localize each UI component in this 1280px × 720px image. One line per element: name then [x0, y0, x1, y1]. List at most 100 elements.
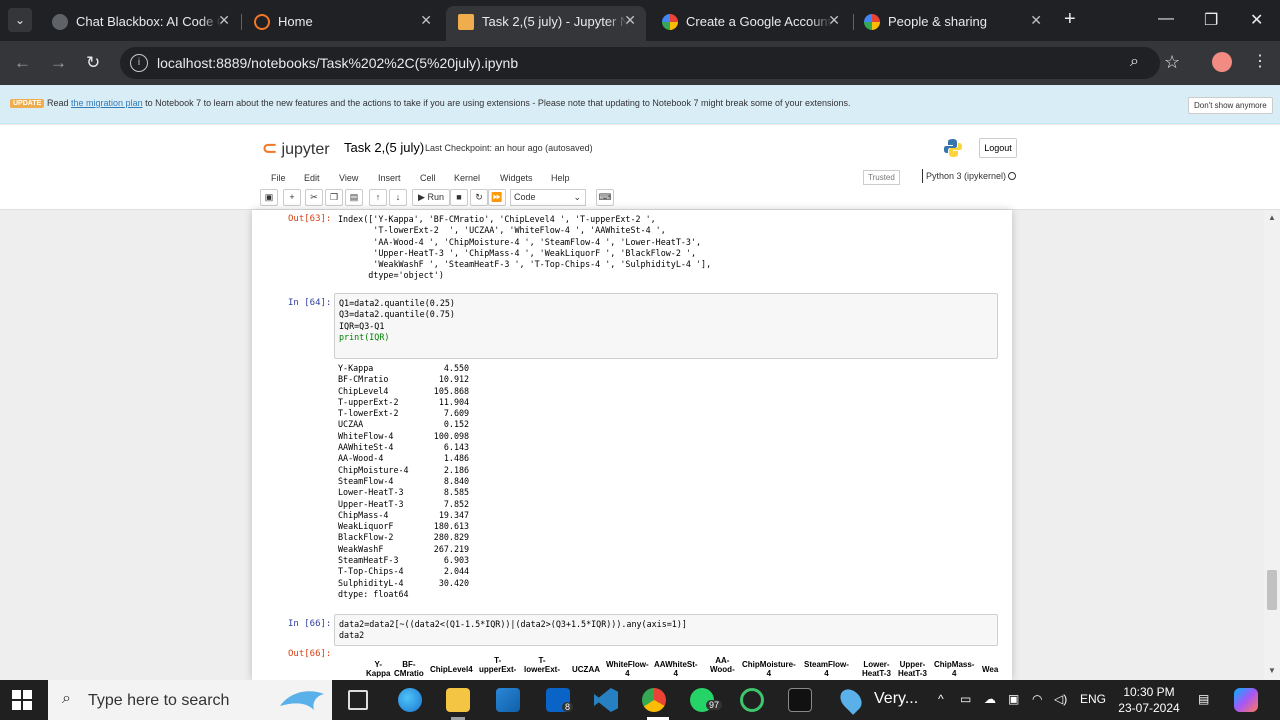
run-button[interactable]: ▶ Run: [412, 189, 450, 206]
forward-arrow-icon[interactable]: →: [50, 53, 67, 73]
menu-widgets[interactable]: Widgets: [500, 173, 533, 183]
insert-cell-plus-icon[interactable]: +: [283, 189, 301, 206]
close-tab-icon[interactable]: ✕: [828, 12, 840, 29]
scroll-up-arrow-icon[interactable]: ▲: [1268, 213, 1276, 222]
migration-plan-link[interactable]: the migration plan: [71, 98, 143, 108]
close-tab-icon[interactable]: ✕: [624, 12, 636, 29]
menu-kernel[interactable]: Kernel: [454, 173, 480, 183]
bookmark-star-icon[interactable]: ☆: [1164, 52, 1180, 73]
column-header: Lower- HeatT-3: [862, 660, 891, 678]
command-palette-keyboard-icon[interactable]: ⌨: [596, 189, 614, 206]
zoom-magnifier-icon[interactable]: ⌕: [1130, 53, 1139, 71]
input-prompt: In [64]:: [288, 298, 332, 308]
notifications-icon[interactable]: ▤: [1198, 692, 1209, 706]
terminal-icon[interactable]: [788, 688, 812, 712]
column-header: Wea: [982, 665, 999, 674]
page-scrollbar[interactable]: ▲ ▼: [1264, 210, 1280, 680]
paste-icon[interactable]: ▤: [345, 189, 363, 206]
close-tab-icon[interactable]: ✕: [420, 12, 432, 29]
menu-edit[interactable]: Edit: [304, 173, 320, 183]
menu-insert[interactable]: Insert: [378, 173, 401, 183]
clock-time: 10:30 PM: [1123, 685, 1175, 699]
vscode-icon[interactable]: [594, 688, 618, 712]
notebook-page: UPDATE Read the migration plan to Notebo…: [0, 85, 1280, 680]
restore-icon[interactable]: ❐: [1204, 10, 1218, 30]
circular-app-icon[interactable]: [740, 688, 764, 712]
search-icon: ⌕: [62, 690, 71, 707]
jupyter-logo[interactable]: ⊂ jupyter: [262, 138, 330, 159]
show-hidden-icons-chevron-icon[interactable]: ^: [938, 692, 944, 706]
profile-avatar[interactable]: [1212, 52, 1232, 72]
move-down-icon[interactable]: ↓: [389, 189, 407, 206]
volume-icon[interactable]: ◁): [1054, 692, 1067, 706]
reload-icon[interactable]: ↻: [86, 53, 100, 73]
notebook-title[interactable]: Task 2,(5 july): [344, 140, 424, 155]
copy-icon[interactable]: ❐: [325, 189, 343, 206]
menu-view[interactable]: View: [339, 173, 358, 183]
file-explorer-icon[interactable]: [446, 688, 470, 712]
blackbox-favicon-icon: [52, 14, 68, 30]
task-view-icon[interactable]: [348, 690, 368, 710]
language-indicator[interactable]: ENG: [1080, 692, 1106, 706]
notebook-container[interactable]: Out[63]: Index(['Y-Kappa', 'BF-CMratio',…: [252, 210, 1012, 680]
wifi-icon[interactable]: ◠: [1032, 692, 1042, 706]
column-header: WhiteFlow- 4: [606, 660, 649, 678]
battery-icon[interactable]: ▭: [960, 692, 971, 706]
tab-search-chevron-icon[interactable]: ⌄: [8, 8, 32, 32]
column-header: AAWhiteSt- 4: [654, 660, 698, 678]
notebook-header: ⊂ jupyter Task 2,(5 july) Last Checkpoin…: [0, 125, 1280, 210]
code-cell-input[interactable]: data2=data2[~((data2<(Q1-1.5*IQR))|(data…: [334, 614, 998, 646]
browser-tab[interactable]: Chat Blackbox: AI Code G ✕: [40, 6, 240, 41]
browser-tab[interactable]: People & sharing ✕: [852, 6, 1052, 41]
close-tab-icon[interactable]: ✕: [1030, 12, 1042, 29]
dont-show-anymore-button[interactable]: Don't show anymore: [1188, 97, 1273, 114]
code-cell-input[interactable]: Q1=data2.quantile(0.25) Q3=data2.quantil…: [334, 293, 998, 359]
kernel-name[interactable]: Python 3 (ipykernel): [922, 169, 1006, 183]
restart-run-all-icon[interactable]: ⏩: [488, 189, 506, 206]
cut-icon[interactable]: ✂: [305, 189, 323, 206]
restart-icon[interactable]: ↻: [470, 189, 488, 206]
mail-badge: 8: [562, 702, 574, 712]
menu-file[interactable]: File: [271, 173, 286, 183]
cloud-icon[interactable]: ☁: [984, 692, 996, 706]
close-tab-icon[interactable]: ✕: [218, 12, 230, 29]
dataframe-header-row: Y- Kappa BF- CMratio ChipLevel4 T- upper…: [338, 656, 999, 678]
scroll-down-arrow-icon[interactable]: ▼: [1268, 666, 1276, 675]
logout-button[interactable]: Logout: [979, 138, 1017, 158]
browser-tab[interactable]: Create a Google Account ✕: [650, 6, 850, 41]
address-bar[interactable]: i localhost:8889/notebooks/Task%202%2C(5…: [120, 47, 1160, 79]
device-icon[interactable]: ▣: [1008, 692, 1019, 706]
new-tab-plus-icon[interactable]: +: [1064, 8, 1076, 31]
chrome-icon[interactable]: [642, 688, 666, 712]
stop-icon[interactable]: ■: [450, 189, 468, 206]
menu-cell[interactable]: Cell: [420, 173, 436, 183]
menu-help[interactable]: Help: [551, 173, 570, 183]
save-icon[interactable]: ▣: [260, 189, 278, 206]
browser-menu-icon[interactable]: ⋮: [1252, 51, 1268, 71]
windows-start-icon[interactable]: [12, 690, 32, 710]
column-header: SteamFlow- 4: [804, 660, 849, 678]
copilot-icon[interactable]: [1234, 688, 1258, 712]
column-header: UCZAA: [572, 665, 600, 674]
column-header: Y- Kappa: [366, 660, 391, 678]
input-prompt: In [66]:: [288, 619, 332, 629]
move-up-icon[interactable]: ↑: [369, 189, 387, 206]
scrollbar-thumb[interactable]: [1267, 570, 1277, 610]
menu-bar: File Edit View Insert Cell Kernel Widget…: [262, 169, 1018, 189]
back-arrow-icon[interactable]: ←: [14, 53, 31, 73]
cell-type-select[interactable]: Code ⌄: [510, 189, 586, 206]
browser-tab[interactable]: Home ✕: [242, 6, 442, 41]
weather-text[interactable]: Very...: [874, 690, 918, 708]
column-header: T- upperExt-: [479, 656, 517, 674]
taskbar-search-box[interactable]: ⌕ Type here to search: [48, 680, 332, 720]
tab-title: Create a Google Account: [686, 14, 832, 29]
edge-browser-icon[interactable]: [398, 688, 422, 712]
site-info-icon[interactable]: i: [130, 54, 148, 72]
browser-tab-active[interactable]: Task 2,(5 july) - Jupyter N ✕: [446, 6, 646, 41]
microsoft-store-icon[interactable]: [496, 688, 520, 712]
close-window-icon[interactable]: ✕: [1250, 10, 1263, 30]
trusted-badge[interactable]: Trusted: [863, 170, 900, 185]
output-prompt: Out[66]:: [288, 649, 332, 659]
minimize-icon[interactable]: —: [1158, 10, 1174, 28]
system-clock[interactable]: 10:30 PM 23-07-2024: [1118, 684, 1180, 716]
